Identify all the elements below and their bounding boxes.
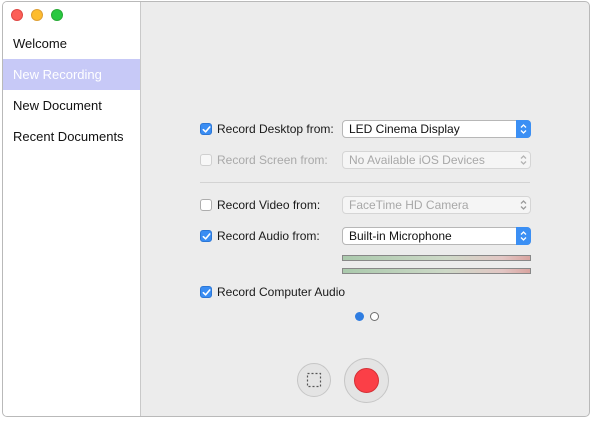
dashed-rectangle-icon (306, 372, 322, 388)
audio-source-select[interactable]: Built-in Microphone (342, 227, 531, 245)
record-dot-icon (354, 368, 379, 393)
checkmark-icon (202, 125, 211, 133)
record-screen-row: Record Screen from: (200, 151, 328, 169)
audio-level-meter-right (342, 268, 531, 274)
sidebar-item-new-recording[interactable]: New Recording (3, 59, 140, 90)
sidebar-item-new-document[interactable]: New Document (3, 90, 140, 121)
record-audio-checkbox[interactable] (200, 230, 212, 242)
checkmark-icon (202, 288, 211, 296)
desktop-source-select[interactable]: LED Cinema Display (342, 120, 531, 138)
select-region-button[interactable] (297, 363, 331, 397)
screen-source-select[interactable]: No Available iOS Devices (342, 151, 531, 169)
record-audio-row: Record Audio from: (200, 227, 320, 245)
page-dot-2[interactable] (370, 312, 379, 321)
select-arrows-icon (516, 151, 531, 169)
zoom-window-button[interactable] (51, 9, 63, 21)
select-arrows-icon (516, 227, 531, 245)
app-window: Welcome New Recording New Document Recen… (2, 1, 590, 417)
screen-source-value: No Available iOS Devices (349, 153, 485, 167)
select-arrows-icon (516, 120, 531, 138)
recording-settings-panel: Record Desktop from: LED Cinema Display … (141, 2, 589, 416)
page-indicator (355, 312, 379, 321)
sidebar-item-welcome[interactable]: Welcome (3, 28, 140, 59)
sidebar: Welcome New Recording New Document Recen… (3, 2, 141, 416)
minimize-window-button[interactable] (31, 9, 43, 21)
sidebar-nav: Welcome New Recording New Document Recen… (3, 28, 140, 152)
video-source-select[interactable]: FaceTime HD Camera (342, 196, 531, 214)
record-screen-checkbox[interactable] (200, 154, 212, 166)
record-button[interactable] (344, 358, 389, 403)
record-computer-audio-row: Record Computer Audio (200, 283, 345, 301)
select-arrows-icon (516, 196, 531, 214)
record-computer-audio-label: Record Computer Audio (217, 285, 346, 299)
record-audio-label: Record Audio from: (217, 229, 320, 243)
record-desktop-row: Record Desktop from: (200, 120, 334, 138)
audio-source-value: Built-in Microphone (349, 229, 452, 243)
page-dot-1[interactable] (355, 312, 364, 321)
desktop-source-value: LED Cinema Display (349, 122, 460, 136)
audio-level-meter-left (342, 255, 531, 261)
video-source-value: FaceTime HD Camera (349, 198, 469, 212)
sidebar-item-recent-documents[interactable]: Recent Documents (3, 121, 140, 152)
record-screen-label: Record Screen from: (217, 153, 328, 167)
close-window-button[interactable] (11, 9, 23, 21)
record-desktop-checkbox[interactable] (200, 123, 212, 135)
section-divider (200, 182, 530, 183)
record-video-label: Record Video from: (217, 198, 321, 212)
record-desktop-label: Record Desktop from: (217, 122, 334, 136)
record-video-checkbox[interactable] (200, 199, 212, 211)
window-controls (11, 9, 63, 21)
record-video-row: Record Video from: (200, 196, 320, 214)
record-computer-audio-checkbox[interactable] (200, 286, 212, 298)
checkmark-icon (202, 232, 211, 240)
